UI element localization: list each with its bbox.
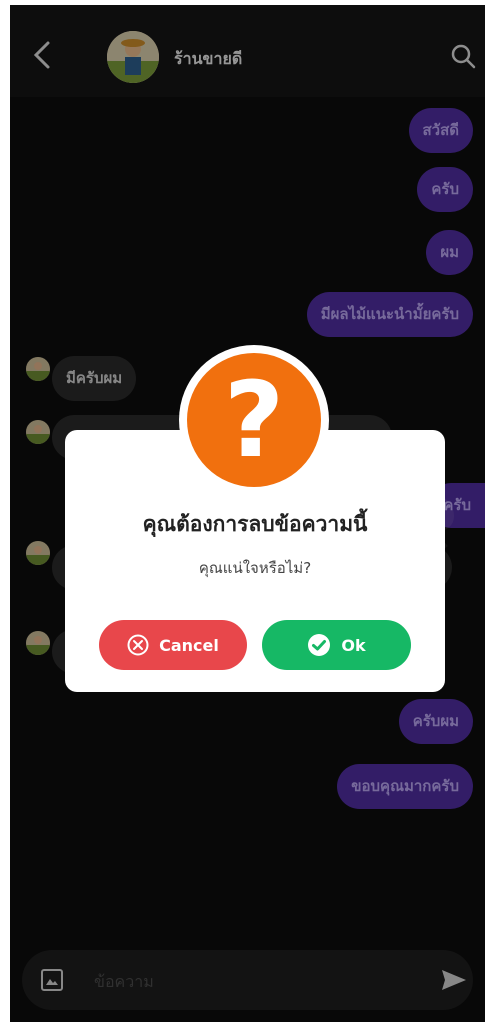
cancel-circle-icon — [127, 634, 149, 656]
ok-label: Ok — [341, 635, 366, 655]
dialog-title: คุณต้องการลบข้อความนี้ — [142, 512, 368, 536]
cancel-label: Cancel — [159, 635, 219, 655]
cancel-button[interactable]: Cancel — [99, 620, 247, 670]
check-circle-icon — [308, 634, 331, 656]
ok-button[interactable]: Ok — [262, 620, 411, 670]
warning-badge: ? — [179, 345, 329, 495]
chat-screen: ร้านขายดี สวัสดี ครับ ผม มีผลไม้แนะนำมั้… — [10, 5, 485, 1022]
dialog-subtitle: คุณแน่ใจหรือไม่? — [198, 559, 312, 577]
question-mark-icon: ? — [187, 353, 321, 487]
